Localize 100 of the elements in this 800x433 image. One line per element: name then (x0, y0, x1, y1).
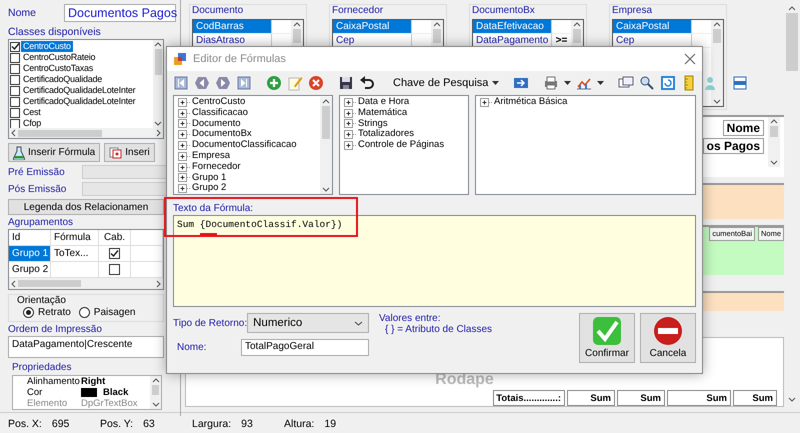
panel-icon[interactable] (732, 75, 748, 91)
scrollbar[interactable] (711, 20, 723, 106)
scrollbar[interactable] (9, 278, 163, 289)
expand-icon[interactable] (344, 98, 357, 107)
tree-item[interactable]: Documento (192, 118, 241, 130)
delete-icon[interactable] (308, 75, 324, 91)
legend-button[interactable]: Legenda dos Relacionamen (8, 199, 164, 215)
expand-icon[interactable] (344, 141, 357, 150)
list-item[interactable]: CertificadoQualidadeLoteInter (21, 96, 138, 107)
name-field[interactable]: TotalPagoGeral (241, 339, 369, 356)
scroll-up-icon[interactable] (154, 41, 162, 47)
list-item[interactable]: CodBarras (193, 20, 271, 34)
scroll-thumb[interactable] (770, 126, 778, 137)
tree-item[interactable]: Matemática (358, 108, 408, 119)
scroll-up-icon[interactable] (293, 21, 301, 27)
search-key-dropdown[interactable]: Chave de Pesquisa (389, 73, 504, 93)
scroll-up-icon[interactable] (713, 21, 721, 27)
tree-item[interactable]: Empresa (192, 150, 230, 162)
list-item[interactable]: CentroCustoRateio (21, 52, 98, 63)
checkbox[interactable] (10, 108, 20, 118)
checkbox[interactable] (109, 248, 120, 259)
checkbox[interactable] (10, 64, 20, 74)
refresh-icon[interactable] (660, 75, 676, 91)
cancel-button[interactable]: Cancela (640, 313, 696, 363)
radio-button[interactable] (78, 307, 90, 318)
expand-icon[interactable] (344, 130, 357, 140)
list-item[interactable]: CaixaPostal (613, 20, 691, 34)
insert-button[interactable]: Inseri (104, 143, 155, 162)
scroll-down-icon[interactable] (152, 402, 160, 408)
scroll-thumb[interactable] (152, 385, 160, 394)
expand-icon[interactable] (178, 119, 191, 128)
class-list[interactable]: CentroCusto CentroCustoRateio CentroCustoTaxas CertificadoQualidade CertificadoQualidadeLoteInter CertificadoQualidadeLoteInter Cest Cfop (8, 39, 164, 139)
scroll-thumb[interactable] (154, 49, 162, 75)
search-icon[interactable] (639, 75, 656, 91)
scroll-up-icon[interactable] (433, 21, 441, 27)
list-item[interactable]: DataEfetivacao (473, 20, 551, 34)
tree-item[interactable]: DocumentoBx (192, 129, 252, 140)
input-field[interactable] (82, 165, 168, 179)
list-item[interactable]: Cfop (21, 118, 44, 128)
name-field[interactable]: Documentos Pagos (64, 4, 176, 22)
next-icon[interactable] (215, 75, 231, 91)
list-item[interactable]: CertificadoQualidade (21, 74, 104, 85)
scroll-down-icon[interactable] (788, 397, 796, 403)
confirm-button[interactable]: Confirmar (579, 313, 635, 363)
expand-icon[interactable] (178, 130, 191, 140)
expand-icon[interactable] (480, 98, 493, 107)
checkbox[interactable] (10, 74, 20, 84)
scrollbar[interactable] (150, 376, 161, 409)
scroll-thumb[interactable] (432, 29, 442, 44)
tree-item[interactable]: Classificacao (192, 108, 248, 119)
tree-item[interactable]: Totalizadores (358, 129, 414, 140)
table-cell[interactable]: Grupo 1 (9, 246, 51, 261)
tree-item[interactable]: Strings (358, 118, 388, 130)
tree-item[interactable]: Grupo 1 (192, 172, 226, 184)
first-record-icon[interactable] (173, 75, 189, 91)
scroll-thumb[interactable] (572, 29, 582, 44)
scroll-right-icon[interactable] (156, 129, 162, 137)
tree-item[interactable]: Aritmética Básica (494, 97, 568, 108)
previous-icon[interactable] (194, 75, 210, 91)
checkbox[interactable] (10, 52, 20, 62)
scroll-down-icon[interactable] (713, 99, 721, 105)
expand-icon[interactable] (178, 108, 191, 118)
scroll-down-icon[interactable] (154, 121, 162, 127)
scroll-thumb[interactable] (322, 106, 330, 140)
list-item[interactable]: CaixaPostal (333, 20, 411, 34)
radio-button[interactable] (23, 307, 34, 318)
list-item[interactable]: Cest (21, 107, 43, 118)
scroll-thumb[interactable] (786, 13, 798, 71)
formula-editor[interactable]: Sum {DocumentoClassif.Valor}) (173, 215, 696, 307)
insert-button[interactable]: Inserir Fórmula (8, 143, 100, 162)
scroll-up-icon[interactable] (152, 377, 160, 383)
list-item[interactable]: CentroCustoTaxas (21, 63, 96, 74)
tree-item[interactable]: CentroCusto (192, 97, 246, 108)
checkbox[interactable] (10, 118, 20, 128)
tree-item[interactable]: Grupo 2 (192, 183, 226, 194)
input-field[interactable] (82, 182, 168, 196)
expand-icon[interactable] (178, 184, 191, 194)
printer-icon[interactable] (543, 75, 560, 91)
scroll-thumb[interactable] (18, 130, 102, 136)
return-type-select[interactable]: Numerico (247, 313, 369, 333)
transfer-icon[interactable] (513, 75, 530, 91)
save-icon[interactable] (338, 75, 354, 91)
scroll-down-icon[interactable] (322, 187, 330, 193)
expand-icon[interactable] (178, 152, 191, 161)
scroll-down-icon[interactable] (770, 160, 778, 166)
scroll-left-icon[interactable] (10, 280, 16, 288)
scroll-up-icon[interactable] (573, 21, 581, 27)
scroll-thumb[interactable] (18, 280, 81, 288)
scrollbar[interactable] (153, 40, 163, 128)
expand-icon[interactable] (178, 173, 191, 182)
add-icon[interactable] (266, 75, 282, 91)
expand-icon[interactable] (344, 108, 357, 118)
caret-icon[interactable] (564, 81, 572, 85)
scrollbar[interactable] (768, 117, 780, 167)
last-record-icon[interactable] (236, 75, 252, 91)
scroll-up-icon[interactable] (788, 5, 796, 11)
checkbox[interactable] (10, 42, 20, 52)
checkbox[interactable] (10, 86, 20, 96)
tree-item[interactable]: DocumentoClassificacao (192, 140, 297, 151)
scroll-right-icon[interactable] (156, 280, 162, 288)
